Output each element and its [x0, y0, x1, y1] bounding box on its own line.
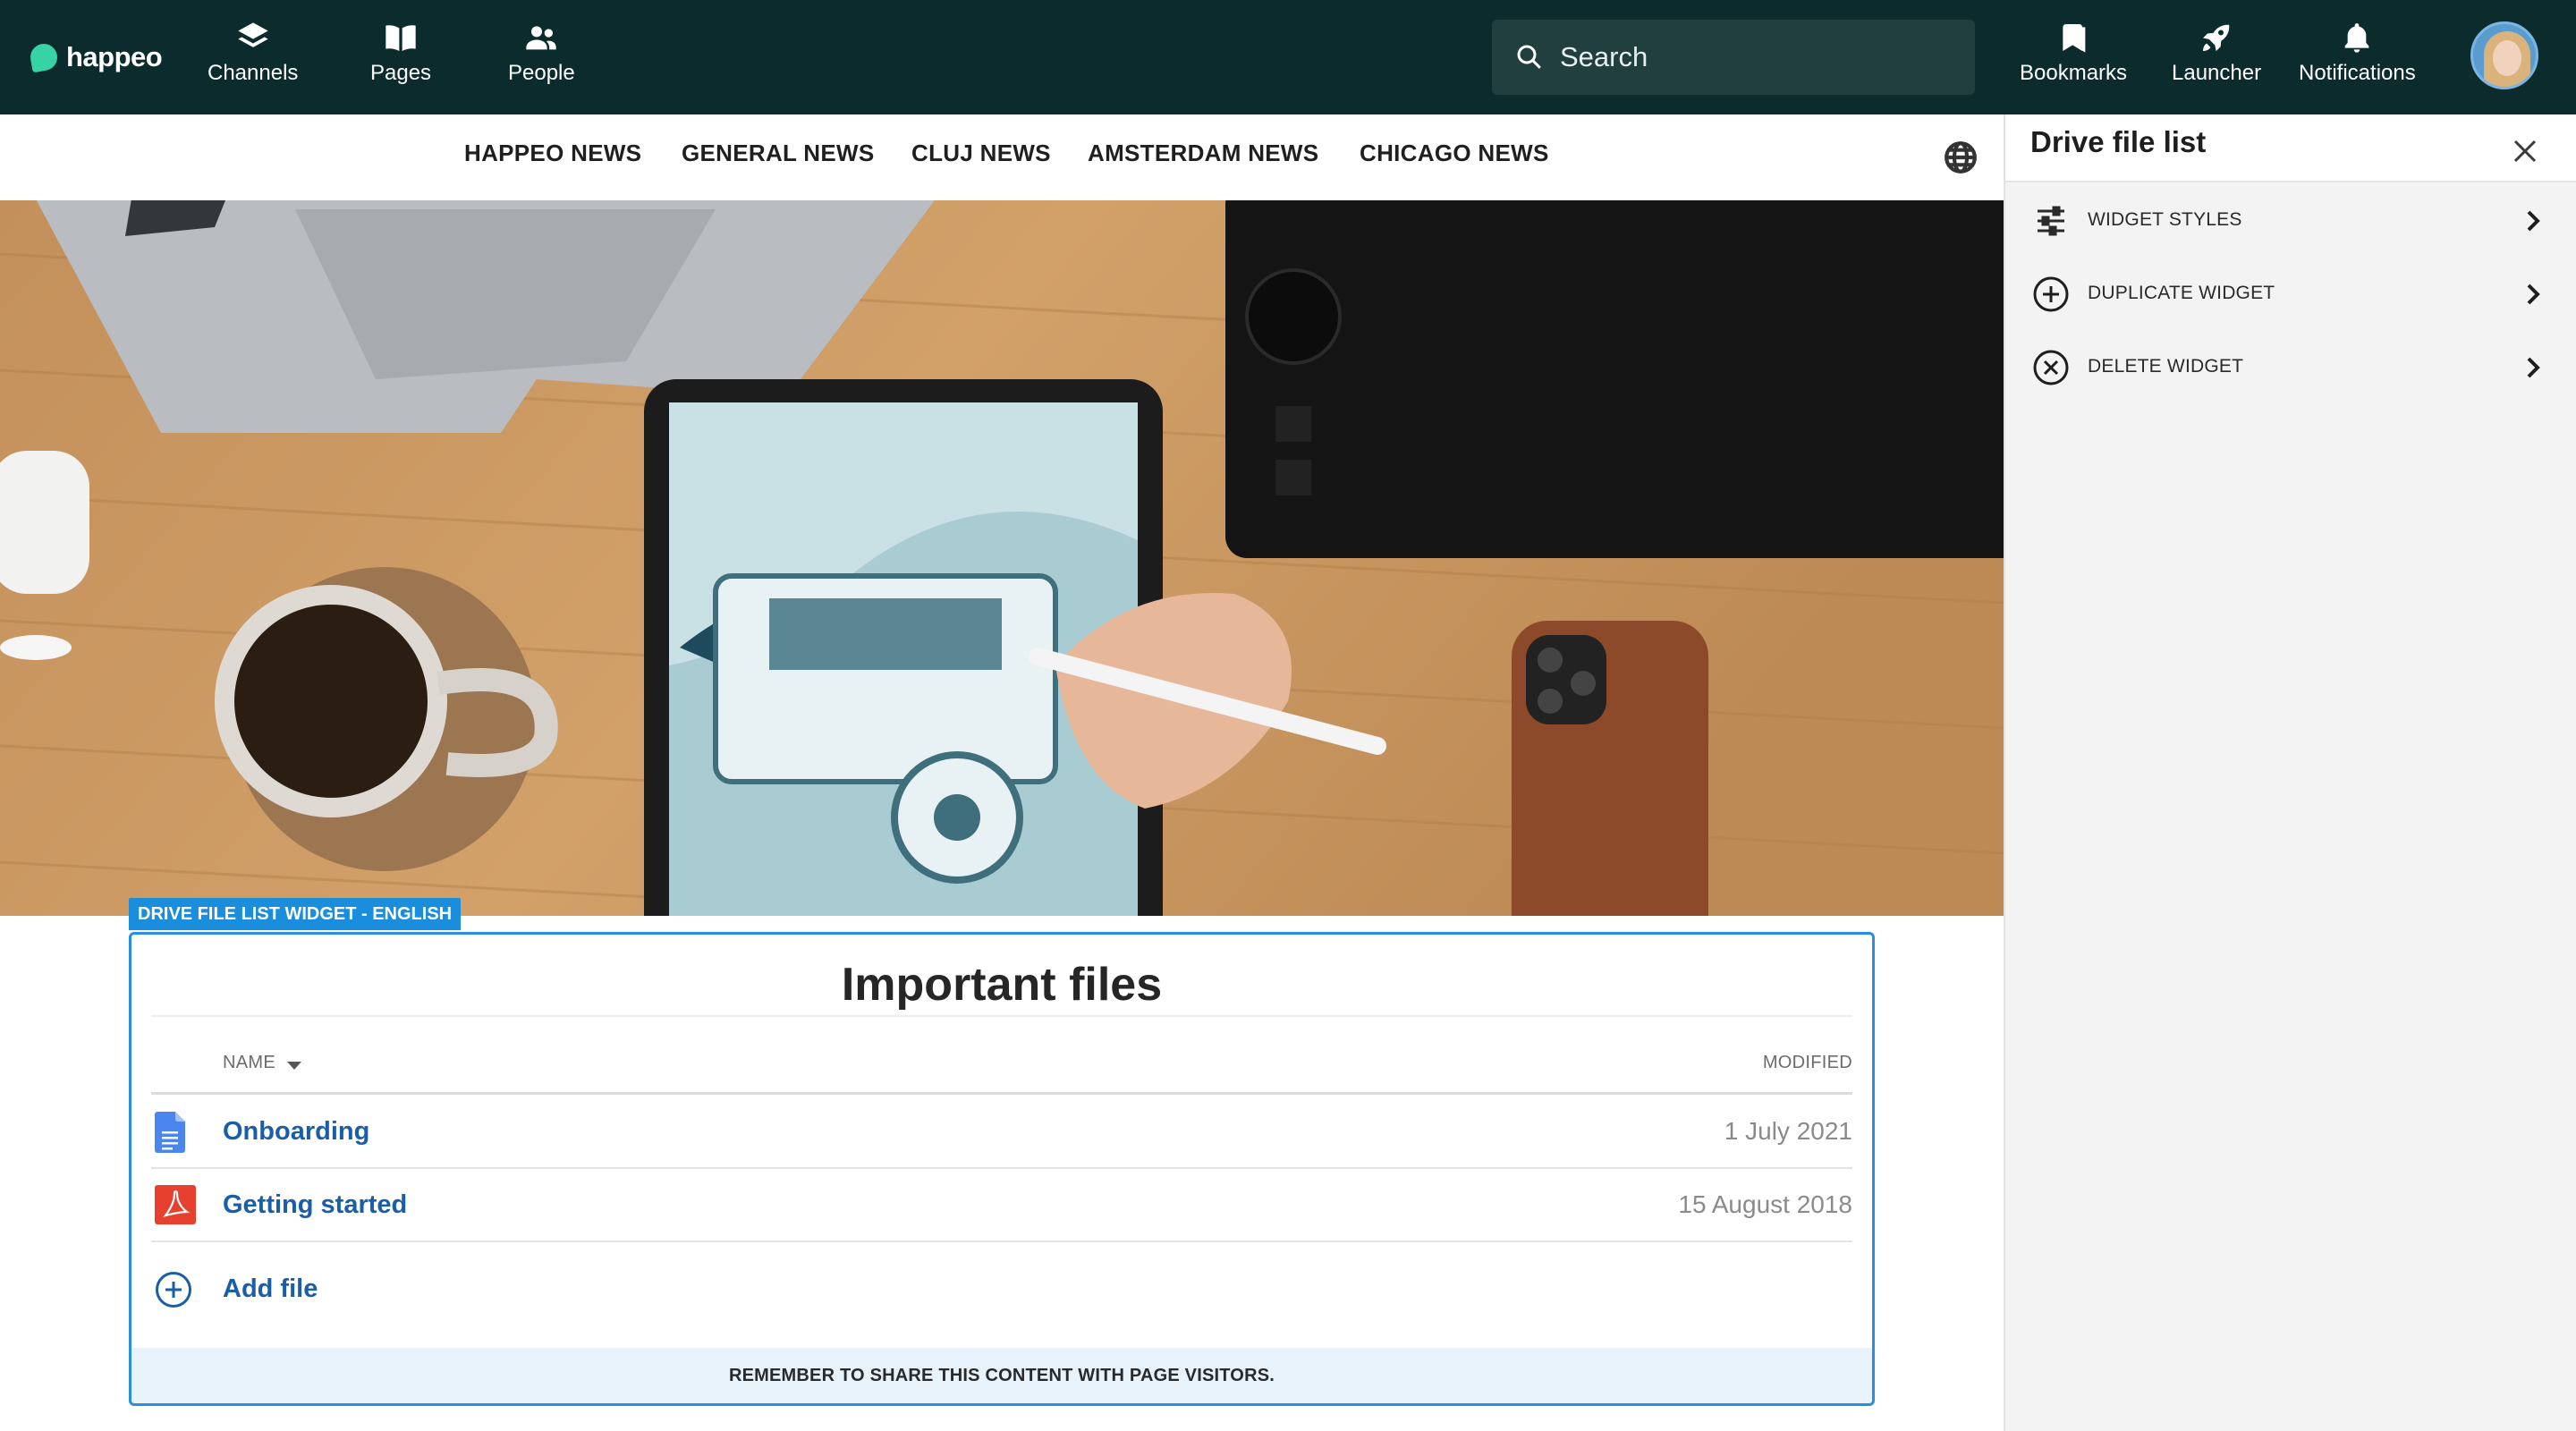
drive-file-list-widget[interactable]: Important files NAME MODIFIED Onboarding… [129, 932, 1875, 1406]
bell-icon [2345, 23, 2369, 53]
nav-bookmarks[interactable]: Bookmarks [2020, 20, 2127, 97]
file-modified-date: 1 July 2021 [1724, 1117, 1852, 1145]
channels-icon [238, 22, 268, 47]
top-bar: happeo Channels Pages People Bookmarks L… [0, 0, 2576, 114]
nav-launcher-label: Launcher [2172, 61, 2262, 85]
news-tabs: HAPPEO NEWS GENERAL NEWS CLUJ NEWS AMSTE… [0, 114, 2004, 200]
tab-general-news[interactable]: GENERAL NEWS [682, 140, 874, 167]
nav-people-label: People [508, 61, 575, 85]
widget-styles-label: WIDGET STYLES [2088, 209, 2242, 230]
tab-happeo-news[interactable]: HAPPEO NEWS [464, 140, 641, 167]
title-divider [151, 1015, 1852, 1017]
nav-notifications[interactable]: Notifications [2299, 20, 2416, 97]
nav-people[interactable]: People [508, 20, 575, 97]
rocket-icon [2203, 24, 2230, 52]
duplicate-widget-item[interactable]: DUPLICATE WIDGET [2005, 258, 2576, 329]
widget-tag: DRIVE FILE LIST WIDGET - ENGLISH [129, 898, 462, 930]
table-row[interactable]: Onboarding 1 July 2021 [151, 1096, 1852, 1169]
column-modified-header[interactable]: MODIFIED [1763, 1053, 1852, 1073]
file-modified-date: 15 August 2018 [1678, 1190, 1852, 1218]
user-avatar[interactable] [2470, 21, 2538, 89]
chevron-right-icon [2527, 284, 2540, 305]
widget-styles-item[interactable]: WIDGET STYLES [2005, 184, 2576, 256]
people-icon [526, 26, 557, 50]
avatar-face [2493, 40, 2521, 76]
table-row[interactable]: Getting started 15 August 2018 [151, 1169, 1852, 1242]
sort-down-icon [286, 1061, 301, 1070]
google-doc-icon [155, 1112, 185, 1153]
plus-circle-icon [156, 1272, 191, 1308]
file-name-link[interactable]: Onboarding [223, 1117, 369, 1147]
column-name-label: NAME [223, 1053, 275, 1072]
tab-amsterdam-news[interactable]: AMSTERDAM NEWS [1088, 140, 1318, 167]
nav-pages[interactable]: Pages [370, 20, 431, 97]
tab-cluj-news[interactable]: CLUJ NEWS [911, 140, 1051, 167]
close-panel-button[interactable] [2510, 136, 2540, 166]
widget-settings-panel: Drive file list WIDGET STYLES DUPLICATE … [2004, 114, 2576, 1431]
panel-title: Drive file list [2030, 125, 2207, 158]
header-divider [151, 1092, 1852, 1095]
nav-pages-label: Pages [370, 61, 432, 85]
close-icon [2513, 140, 2537, 163]
tab-chicago-news[interactable]: CHICAGO NEWS [1360, 140, 1549, 167]
search-icon [1517, 45, 1541, 69]
bookmark-icon [2063, 24, 2086, 53]
add-file-label: Add file [223, 1274, 318, 1303]
file-name-link[interactable]: Getting started [223, 1190, 407, 1220]
plus-circle-icon [2033, 276, 2069, 312]
x-circle-icon [2033, 350, 2069, 385]
nav-channels-label: Channels [208, 61, 299, 85]
nav-bookmarks-label: Bookmarks [2020, 61, 2128, 85]
nav-notifications-label: Notifications [2299, 61, 2416, 85]
happeo-logo[interactable]: happeo [28, 38, 163, 77]
logo-mark-icon [28, 41, 60, 73]
pdf-icon [155, 1185, 196, 1224]
desk-illustration [0, 200, 2004, 916]
duplicate-widget-label: DUPLICATE WIDGET [2088, 283, 2275, 303]
hero-image [0, 200, 2004, 916]
brand-name: happeo [66, 41, 163, 72]
add-file-button[interactable]: Add file [151, 1253, 509, 1325]
sliders-icon [2038, 206, 2064, 236]
chevron-right-icon [2527, 357, 2540, 378]
column-name-header[interactable]: NAME [223, 1053, 302, 1073]
search-input[interactable] [1560, 41, 1953, 73]
book-icon [386, 25, 416, 51]
delete-widget-item[interactable]: DELETE WIDGET [2005, 331, 2576, 402]
delete-widget-label: DELETE WIDGET [2088, 356, 2244, 377]
language-globe-icon[interactable] [1943, 140, 1979, 175]
nav-launcher[interactable]: Launcher [2172, 20, 2261, 97]
share-reminder-note: REMEMBER TO SHARE THIS CONTENT WITH PAGE… [131, 1348, 1872, 1403]
search-box[interactable] [1492, 20, 1975, 95]
chevron-right-icon [2527, 210, 2540, 232]
panel-header: Drive file list [2005, 114, 2576, 182]
nav-channels[interactable]: Channels [208, 20, 298, 97]
widget-title: Important files [841, 959, 1163, 1011]
